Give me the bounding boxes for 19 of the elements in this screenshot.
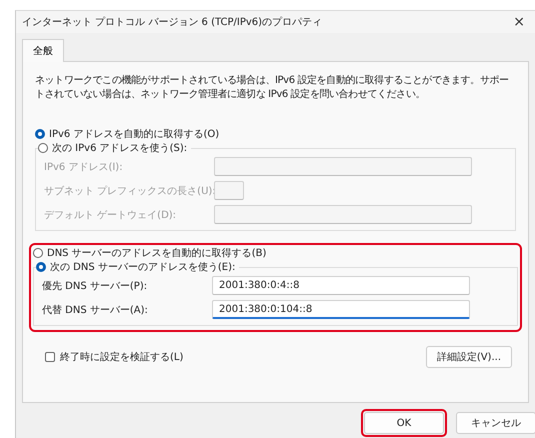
- field-label: IPv6 アドレス(I):: [44, 160, 124, 174]
- field-label: サブネット プレフィックスの長さ(U):: [44, 184, 214, 198]
- input-field[interactable]: 2001:380:0:4::8: [212, 276, 470, 295]
- radio-option[interactable]: 次の IPv6 アドレスを使う(S):: [38, 141, 188, 155]
- advanced-button[interactable]: 詳細設定(V)...: [426, 346, 512, 368]
- dialog-button[interactable]: キャンセル: [456, 412, 535, 434]
- radio-option[interactable]: DNS サーバーのアドレスを自動的に取得する(B): [33, 246, 518, 260]
- description-text: ネットワークでこの機能がサポートされている場合は、IPv6 設定を自動的に取得することができます。サポートされていない場合は、ネットワーク管理者に適切な IPv6 設定を問い合わせてください。: [35, 74, 510, 101]
- tab[interactable]: 全般: [22, 39, 64, 62]
- field-label: デフォルト ゲートウェイ(D):: [44, 208, 178, 222]
- field-label: 優先 DNS サーバー(P):: [42, 280, 148, 292]
- field-label: 代替 DNS サーバー(A):: [42, 304, 149, 316]
- dialog-button[interactable]: OK: [364, 412, 444, 434]
- validate-checkbox[interactable]: 終了時に設定を検証する(L): [45, 350, 184, 364]
- close-button[interactable]: ×: [509, 14, 529, 30]
- input-field[interactable]: 2001:380:0:104::8: [212, 300, 470, 319]
- window-title: インターネット プロトコル バージョン 6 (TCP/IPv6)のプロパティ: [22, 16, 322, 29]
- radio-option[interactable]: 次の DNS サーバーのアドレスを使う(E):: [36, 260, 236, 274]
- radio-option[interactable]: IPv6 アドレスを自動的に取得する(O): [35, 127, 516, 141]
